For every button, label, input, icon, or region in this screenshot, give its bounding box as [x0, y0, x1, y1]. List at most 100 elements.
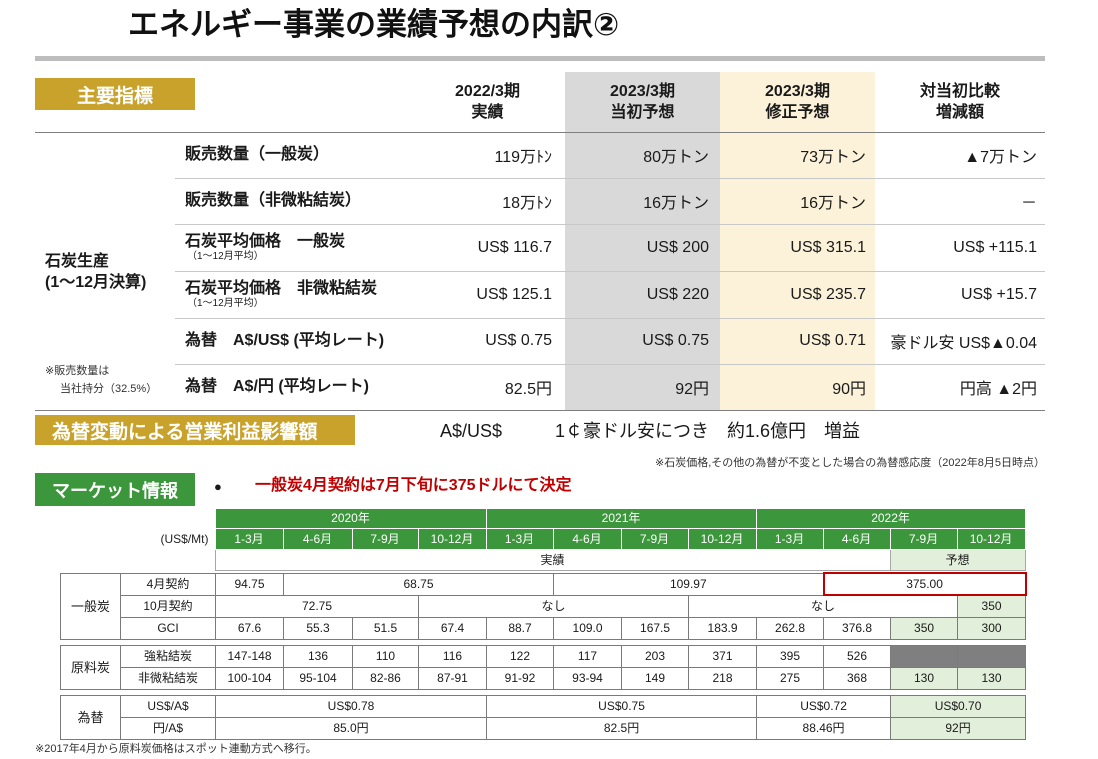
value-fy2023-initial: 92円: [565, 364, 720, 411]
row-label-sub: （1〜12月平均）: [187, 250, 264, 262]
group-label-fx: 為替: [60, 695, 121, 740]
price-cell: 183.9: [688, 616, 758, 640]
header-spacer: [60, 509, 215, 529]
price-cell: 93-94: [553, 667, 622, 690]
col-header-line: 2022/3期: [455, 82, 520, 100]
price-cell: 67.6: [215, 616, 284, 640]
row-label-semi-soft: 非微粘結炭: [120, 667, 216, 690]
kpi-row: 販売数量（非微粘結炭） 18万ﾄﾝ 16万トン 16万トン －: [35, 178, 1045, 225]
col-header-line: 増減額: [935, 103, 984, 121]
row-label-october-contract: 10月契約: [120, 594, 216, 618]
status-row: 実績 予想: [60, 549, 1026, 571]
sales-volume-note: ※販売数量は 当社持分（32.5%）: [45, 362, 157, 398]
price-cell: 51.5: [352, 616, 419, 640]
kpi-row: 石炭平均価格 一般炭 （1〜12月平均） US$ 116.7 US$ 200 US…: [35, 224, 1045, 272]
value-fy2023-revised: US$ 0.71: [720, 318, 875, 365]
value-fy2023-initial: US$ 200: [565, 224, 720, 272]
price-cell-highlighted: 375.00: [822, 572, 1027, 596]
rate-cell: US$0.78: [214, 695, 488, 718]
price-cell: 149: [621, 667, 689, 690]
value-fy2022-actual: 18万ﾄﾝ: [410, 178, 565, 225]
table-row: 円/A$ 85.0円 82.5円 88.46円 92円: [61, 717, 1027, 740]
col-header-line: 修正予想: [765, 103, 830, 121]
fx-impact-label: 為替変動による営業利益影響額: [35, 415, 355, 445]
table-row: 非微粘結炭 100-104 95-104 82-86 87-91 91-92 9…: [61, 667, 1026, 690]
price-cell: 116: [418, 645, 487, 668]
value-fy2022-actual: US$ 116.7: [410, 224, 565, 272]
kpi-row: 為替 A$/円 (平均レート) 82.5円 92円 90円 円高 ▲2円: [35, 364, 1045, 411]
actual-label: 実績: [214, 549, 891, 571]
price-cell: 55.3: [283, 616, 353, 640]
forecast-label: 予想: [889, 549, 1026, 571]
rate-cell: 85.0円: [214, 717, 488, 740]
price-cell: 91-92: [486, 667, 554, 690]
group-label-thermal: 一般炭: [60, 572, 121, 640]
col-header-line: 当初予想: [610, 103, 675, 121]
price-cell: 167.5: [621, 616, 690, 640]
market-headline: 一般炭4月契約は7月下旬に375ドルにて決定: [255, 477, 572, 494]
value-fy2023-initial: US$ 220: [565, 271, 720, 319]
price-cell: 371: [688, 645, 757, 668]
fx-impact-note: ※石炭価格,その他の為替が不変とした場合の為替感応度（2022年8月5日時点）: [655, 457, 1045, 469]
price-cell-forecast: 130: [957, 667, 1026, 690]
table-row: 一般炭 4月契約 94.75 68.75 109.97 375.00: [60, 572, 1027, 640]
col-header-line: 2023/3期: [765, 82, 830, 100]
value-fy2022-actual: 82.5円: [410, 364, 565, 411]
value-fy2022-actual: 119万ﾄﾝ: [410, 132, 565, 179]
quarter-header: 4-6月: [552, 528, 622, 550]
row-label-april-contract: 4月契約: [120, 572, 216, 596]
coking-coal-table: 原料炭 強粘結炭 147-148 136 110 116 122 117 203…: [60, 645, 1026, 690]
price-cell: 526: [823, 645, 891, 668]
row-label: 為替 A$/円 (平均レート): [175, 364, 410, 411]
price-cell: 82-86: [352, 667, 419, 690]
col-header-line: 実績: [471, 103, 504, 121]
col-header-line: 対当初比較: [919, 82, 1000, 100]
value-change-vs-initial: US$ +15.7: [875, 271, 1045, 319]
price-cell: 100-104: [215, 667, 284, 690]
header-spacer: [60, 550, 215, 571]
value-fy2023-initial: 80万トン: [565, 132, 720, 179]
quarter-header: 7-9月: [351, 528, 419, 550]
page-title: エネルギー事業の業績予想の内訳②: [128, 7, 620, 42]
year-header-2020: 2020年: [214, 508, 487, 529]
note-line: 当社持分（32.5%）: [60, 383, 158, 395]
value-change-vs-initial: ▲7万トン: [875, 132, 1045, 179]
price-cell: 275: [756, 667, 824, 690]
row-label: 石炭平均価格 一般炭 （1〜12月平均）: [175, 224, 410, 272]
value-fy2023-revised: US$ 235.7: [720, 271, 875, 319]
price-cell: 67.4: [418, 616, 487, 640]
price-cell: 88.7: [485, 616, 555, 640]
price-cell: なし: [417, 594, 690, 618]
quarter-header: 1-3月: [214, 528, 284, 550]
kpi-row: 石炭平均価格 非微粘結炭 （1〜12月平均） US$ 125.1 US$ 220 …: [35, 271, 1045, 319]
fx-impact-text: 1￠豪ドル安につき 約1.6億円 増益: [555, 421, 861, 441]
group-label-line: (1〜12月決算): [45, 274, 147, 291]
footnote: ※2017年4月から原料炭価格はスポット連動方式へ移行。: [35, 743, 317, 755]
rate-cell: 82.5円: [486, 717, 758, 740]
year-header-row: 2020年 2021年 2022年: [60, 508, 1026, 529]
price-cell: 218: [688, 667, 757, 690]
price-cell: 203: [621, 645, 689, 668]
year-header-2021: 2021年: [485, 508, 757, 529]
quarter-header-row: (US$/Mt) 1-3月 4-6月 7-9月 10-12月 1-3月 4-6月…: [60, 528, 1026, 550]
value-fy2023-revised: 90円: [720, 364, 875, 411]
price-cell: 72.75: [215, 594, 419, 618]
row-label: 販売数量（非微粘結炭）: [175, 178, 410, 225]
col-header-line: 2023/3期: [610, 82, 675, 100]
col-header-fy2022-actual: 2022/3期 実績: [410, 72, 565, 133]
quarter-header: 1-3月: [755, 528, 824, 550]
rate-cell-forecast: US$0.70: [890, 695, 1027, 718]
row-label: 為替 A$/US$ (平均レート): [175, 318, 410, 365]
price-cell: 395: [756, 645, 824, 668]
fx-impact-pair: A$/US$: [440, 421, 503, 441]
row-label: 石炭平均価格 非微粘結炭 （1〜12月平均）: [175, 271, 410, 319]
price-cell: 109.0: [553, 616, 623, 640]
value-fy2023-revised: 16万トン: [720, 178, 875, 225]
price-cell: 147-148: [215, 645, 284, 668]
quarter-header: 4-6月: [822, 528, 891, 550]
note-line: ※販売数量は: [45, 365, 110, 377]
group-label-line: 石炭生産: [45, 253, 110, 270]
fx-table: 為替 US$/A$ US$0.78 US$0.75 US$0.72 US$0.7…: [60, 695, 1027, 740]
kpi-row: 為替 A$/US$ (平均レート) US$ 0.75 US$ 0.75 US$ …: [35, 318, 1045, 365]
market-header-table: 2020年 2021年 2022年 (US$/Mt) 1-3月 4-6月 7-9…: [60, 508, 1026, 571]
